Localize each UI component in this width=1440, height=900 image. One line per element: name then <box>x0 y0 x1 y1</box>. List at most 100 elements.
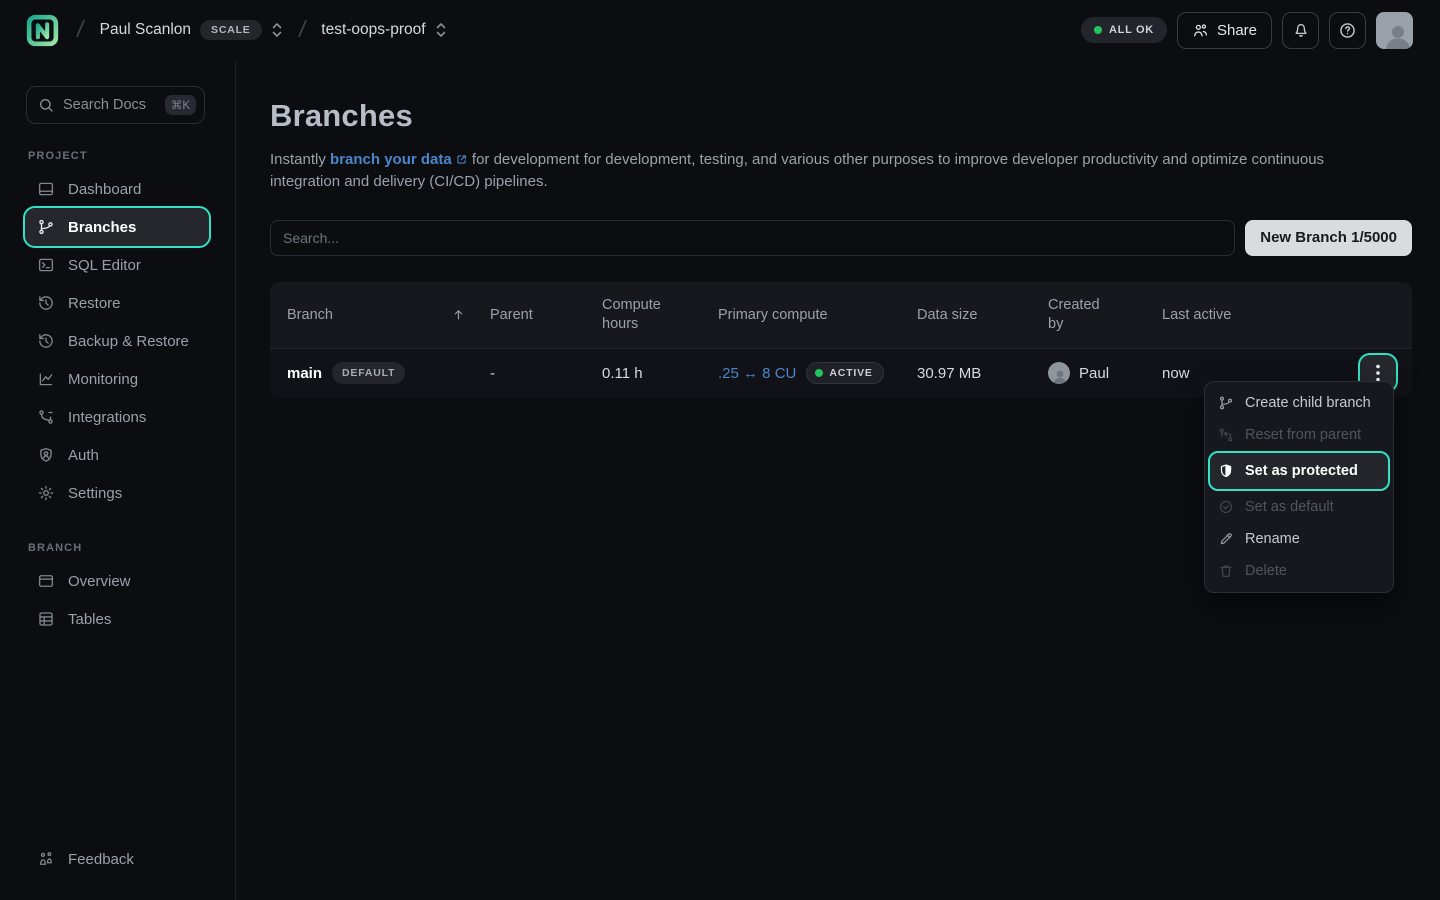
sidebar-item-backup-restore[interactable]: Backup & Restore <box>25 322 209 360</box>
plan-badge: SCALE <box>200 20 262 40</box>
description-prefix: Instantly <box>270 151 330 168</box>
column-label: Compute hours <box>602 296 674 332</box>
sql-editor-icon <box>37 256 55 274</box>
menu-item-delete: Delete <box>1210 555 1388 587</box>
top-bar: / Paul Scanlon SCALE / test-oops-proof A… <box>0 0 1440 60</box>
overview-icon <box>37 572 55 590</box>
sidebar-item-label: Backup & Restore <box>68 333 189 350</box>
user-avatar[interactable] <box>1376 12 1413 49</box>
status-green-dot-icon <box>1094 26 1102 34</box>
column-label: Last active <box>1162 307 1231 323</box>
chart-icon <box>37 370 55 388</box>
sidebar-item-label: Overview <box>68 573 131 590</box>
last-active-cell: now <box>1162 365 1294 382</box>
default-badge: DEFAULT <box>332 362 405 384</box>
gear-icon <box>37 484 55 502</box>
column-created-by[interactable]: Created by <box>1048 296 1162 332</box>
external-link-icon <box>455 153 468 166</box>
sort-ascending-icon[interactable] <box>451 307 466 322</box>
branch-cell: main DEFAULT <box>287 362 490 384</box>
branch-your-data-link[interactable]: branch your data <box>330 151 468 168</box>
kebab-menu-icon <box>1376 364 1380 382</box>
feedback-people-icon <box>37 850 55 868</box>
check-badge-icon <box>1218 499 1234 515</box>
branch-name[interactable]: main <box>287 365 322 382</box>
project-name: test-oops-proof <box>321 21 425 39</box>
column-last-active[interactable]: Last active <box>1162 307 1294 323</box>
sidebar-item-label: Auth <box>68 447 99 464</box>
reset-branch-icon <box>1218 427 1234 443</box>
breadcrumb-org[interactable]: Paul Scanlon SCALE <box>100 20 283 40</box>
sidebar-item-label: Restore <box>68 295 121 312</box>
sidebar-item-label: Monitoring <box>68 371 138 388</box>
parent-cell: - <box>490 365 602 382</box>
backup-restore-icon <box>37 332 55 350</box>
column-compute-hours[interactable]: Compute hours <box>602 296 718 332</box>
search-docs-button[interactable]: Search Docs ⌘K <box>26 86 205 124</box>
compute-hours-cell: 0.11 h <box>602 365 718 382</box>
primary-compute-cell: .25 ↔ 8 CU ACTIVE <box>718 362 917 384</box>
column-label: Data size <box>917 307 977 323</box>
table-header: Branch Parent Compute hours Primary comp… <box>270 282 1412 348</box>
breadcrumb-separator: / <box>69 15 91 45</box>
sidebar-item-label: SQL Editor <box>68 257 141 274</box>
sidebar-item-label: Settings <box>68 485 122 502</box>
sidebar-item-sql-editor[interactable]: SQL Editor <box>25 246 209 284</box>
sidebar-item-label: Integrations <box>68 409 146 426</box>
sidebar-item-integrations[interactable]: Integrations <box>25 398 209 436</box>
chevron-updown-icon[interactable] <box>271 21 283 39</box>
question-icon <box>1338 21 1357 40</box>
status-badge[interactable]: ALL OK <box>1081 17 1167 43</box>
column-label: Created by <box>1048 296 1108 332</box>
pencil-icon <box>1218 531 1234 547</box>
auth-shield-icon <box>37 446 55 464</box>
column-branch[interactable]: Branch <box>287 307 490 323</box>
neon-logo-icon[interactable] <box>24 12 61 49</box>
sidebar-item-auth[interactable]: Auth <box>25 436 209 474</box>
integrations-icon <box>37 408 55 426</box>
new-branch-button[interactable]: New Branch 1/5000 <box>1245 220 1412 256</box>
sidebar-item-restore[interactable]: Restore <box>25 284 209 322</box>
column-primary-compute[interactable]: Primary compute <box>718 307 917 323</box>
sidebar-item-settings[interactable]: Settings <box>25 474 209 512</box>
sidebar-item-tables[interactable]: Tables <box>25 600 209 638</box>
section-label-branch: BRANCH <box>28 542 205 554</box>
bell-icon <box>1292 21 1310 39</box>
menu-item-reset-from-parent: Reset from parent <box>1210 419 1388 451</box>
sidebar-item-dashboard[interactable]: Dashboard <box>25 170 209 208</box>
menu-item-label: Rename <box>1245 531 1300 547</box>
menu-item-set-as-protected[interactable]: Set as protected <box>1210 453 1388 489</box>
active-badge: ACTIVE <box>806 362 883 384</box>
sidebar-item-label: Branches <box>68 219 136 236</box>
menu-item-create-child-branch[interactable]: Create child branch <box>1210 387 1388 419</box>
sidebar-item-overview[interactable]: Overview <box>25 562 209 600</box>
sidebar-item-label: Feedback <box>68 851 134 868</box>
search-docs-label: Search Docs <box>63 97 156 113</box>
menu-item-label: Set as default <box>1245 499 1334 515</box>
sidebar-item-feedback[interactable]: Feedback <box>25 840 209 878</box>
branch-icon <box>1218 395 1234 411</box>
sidebar-item-monitoring[interactable]: Monitoring <box>25 360 209 398</box>
sidebar-item-branches[interactable]: Branches <box>25 208 209 246</box>
menu-item-rename[interactable]: Rename <box>1210 523 1388 555</box>
cu-range[interactable]: .25 ↔ 8 CU <box>718 365 796 382</box>
created-by-cell: Paul <box>1048 362 1162 384</box>
sidebar-item-label: Dashboard <box>68 181 141 198</box>
breadcrumb-project[interactable]: test-oops-proof <box>321 21 446 39</box>
column-label: Primary compute <box>718 307 828 323</box>
chevron-updown-icon[interactable] <box>435 21 447 39</box>
org-name: Paul Scanlon <box>100 21 191 39</box>
column-parent[interactable]: Parent <box>490 307 602 323</box>
branches-toolbar: New Branch 1/5000 <box>270 220 1412 256</box>
share-button[interactable]: Share <box>1177 12 1272 49</box>
notifications-button[interactable] <box>1282 12 1319 49</box>
active-label: ACTIVE <box>829 367 872 379</box>
branch-search-input[interactable] <box>270 220 1235 256</box>
share-label: Share <box>1217 22 1257 39</box>
creator-name: Paul <box>1079 365 1109 382</box>
page-description: Instantly branch your data for developme… <box>270 149 1386 193</box>
help-button[interactable] <box>1329 12 1366 49</box>
column-label: Parent <box>490 307 533 323</box>
page-title: Branches <box>270 98 1412 134</box>
column-data-size[interactable]: Data size <box>917 307 1048 323</box>
